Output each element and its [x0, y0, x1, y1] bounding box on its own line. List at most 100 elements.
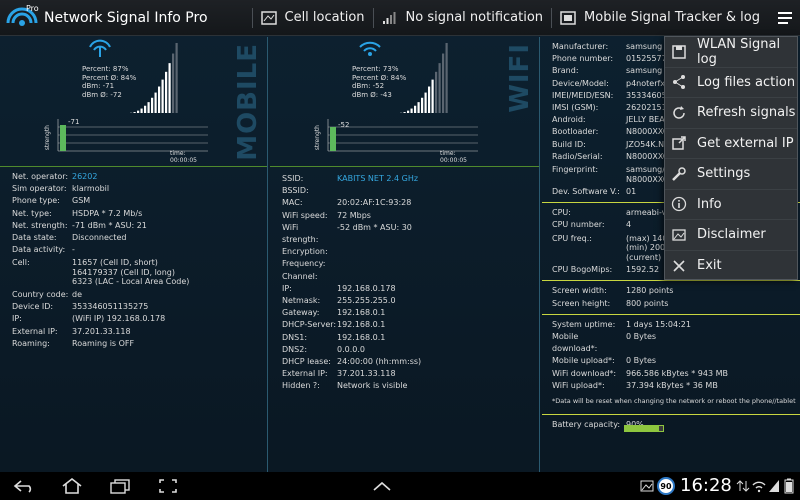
tracker-icon: [560, 10, 576, 25]
signal-bar: [445, 43, 448, 113]
action-bar: Pro Network Signal Info Pro Cell locatio…: [0, 0, 800, 36]
graph-x-label: time: 00:00:05: [440, 150, 467, 164]
no-signal-notification-button[interactable]: No signal notification: [374, 0, 552, 36]
screenshot-button[interactable]: [148, 472, 188, 500]
info-row: Frequency:: [282, 258, 529, 270]
graph-x-label: time: 00:00:05: [170, 150, 197, 164]
info-row: MAC: 20:02:AF:1C:93:28: [282, 197, 529, 209]
notification-badge: 90: [657, 477, 675, 495]
info-row: Encryption:: [282, 246, 529, 258]
info-value: 192.168.0.1: [337, 332, 386, 342]
wifi-signal-box: Percent: 73% Percent Ø: 84% dBm: -52 dBm…: [270, 37, 539, 167]
mobile-watermark: MOBILE: [233, 43, 263, 161]
info-value: [337, 258, 529, 270]
battery-status-icon: [784, 478, 794, 494]
recent-apps-button[interactable]: [100, 472, 140, 500]
info-value: Roaming is OFF: [72, 338, 135, 348]
back-button[interactable]: [4, 472, 44, 500]
info-key: WiFi strength:: [282, 222, 319, 245]
cell-line: 164179337 (Cell ID, long): [72, 267, 175, 277]
info-row: IP: 192.168.0.178: [282, 283, 529, 295]
info-row-cell: Cell: 11657 (Cell ID, short) 164179337 (Ce…: [12, 256, 257, 289]
menu-item-exit[interactable]: Exit: [665, 251, 797, 282]
info-key: Radio/Serial:: [552, 151, 603, 161]
screenshot-icon: [159, 479, 177, 493]
signal-tracker-button[interactable]: Mobile Signal Tracker & log: [552, 0, 768, 36]
info-value: 192.168.0.1: [337, 320, 386, 330]
menu-item-refresh-signals[interactable]: Refresh signals: [665, 98, 797, 129]
info-key: Manufacturer:: [552, 42, 609, 51]
menu-item-settings[interactable]: Settings: [665, 159, 797, 190]
stat-line: dBm Ø: -72: [82, 90, 122, 99]
info-value: 800 points: [626, 298, 669, 308]
menu-item-wlan-signal-log[interactable]: WLAN Signal log: [665, 37, 797, 68]
info-value: -52 dBm * ASU: 30: [337, 222, 412, 232]
info-key: Gateway:: [282, 308, 320, 318]
mini-apps-button[interactable]: [362, 472, 402, 500]
info-icon: [671, 197, 687, 212]
info-value: 37.201.33.118: [72, 326, 131, 336]
info-row: System uptime: 1 days 15:04:21: [552, 319, 800, 331]
external-link-icon: [672, 136, 686, 150]
signal-bar: [428, 86, 431, 113]
svg-text:Pro: Pro: [26, 4, 39, 13]
menu-item-disclaimer[interactable]: Disclaimer: [665, 220, 797, 251]
info-value: 0 Bytes: [626, 356, 657, 366]
menu-item-label: Disclaimer: [697, 227, 766, 243]
menu-item-log-files-action[interactable]: Log files action: [665, 68, 797, 98]
info-row: WiFi download*: 966.586 kBytes * 943 MB: [552, 368, 800, 380]
menu-item-get-external-ip[interactable]: Get external IP: [665, 129, 797, 159]
stat-line: Percent: 87%: [82, 65, 129, 73]
info-value: [337, 271, 529, 283]
battery-section: Battery capacity:90%: [542, 415, 800, 432]
save-icon: [672, 45, 686, 59]
info-key: Fingerprint:: [552, 165, 599, 175]
cell-line: 6323 (LAC - Local Area Code): [72, 277, 190, 287]
info-value: de: [72, 289, 82, 299]
info-value: Disconnected: [72, 233, 127, 243]
info-key: Encryption:: [282, 247, 328, 257]
signal-bar: [140, 108, 143, 113]
no-signal-notification-label: No signal notification: [405, 10, 544, 25]
ssid-value[interactable]: KABITS NET 2.4 GHz: [337, 173, 529, 185]
cell-location-button[interactable]: Cell location: [253, 0, 373, 36]
signal-bar: [431, 79, 434, 113]
reset-note: *Data will be reset when changing the ne…: [552, 396, 796, 405]
info-key: Device ID:: [12, 302, 54, 312]
info-key: Cell:: [12, 258, 30, 268]
info-value[interactable]: 26202: [72, 171, 257, 183]
signal-bar: [435, 71, 438, 113]
menu-item-info[interactable]: Info: [665, 190, 797, 220]
info-row: Data state: Disconnected: [12, 232, 257, 244]
stat-line: dBm: -52: [352, 82, 385, 90]
overflow-menu-button[interactable]: [770, 0, 800, 36]
info-key: Data activity:: [12, 245, 66, 255]
info-key: Netmask:: [282, 296, 321, 306]
info-key: Build ID:: [552, 139, 586, 149]
info-key: Net. operator:: [12, 172, 69, 181]
home-button[interactable]: [52, 472, 92, 500]
map-icon: [260, 10, 277, 25]
info-key: Sim operator:: [12, 184, 67, 194]
info-row: Screen width: 1280 points: [552, 285, 800, 297]
info-value: 0 Bytes: [626, 331, 657, 341]
info-key: CPU BogoMips:: [552, 265, 613, 275]
info-row: WiFi strength: -52 dBm * ASU: 30: [282, 222, 529, 246]
wifi-icon: [359, 41, 381, 56]
close-icon: [673, 260, 685, 272]
cell-line: 11657 (Cell ID, short): [72, 258, 158, 268]
info-key: Data state:: [12, 233, 57, 243]
signal-bar: [414, 105, 417, 113]
info-key: Device/Model:: [552, 78, 609, 88]
info-key: Net. strength:: [12, 220, 68, 230]
info-row: Net. strength: -71 dBm * ASU: 21: [12, 220, 257, 232]
info-value: [337, 246, 529, 258]
info-key: DNS1:: [282, 332, 308, 342]
info-key: Android:: [552, 115, 586, 125]
info-value: Network is visible: [337, 381, 408, 391]
info-key: IMEI/MEID/ESN:: [552, 90, 614, 100]
app-logo-icon[interactable]: Pro: [4, 1, 40, 35]
info-key: Phone type:: [12, 196, 60, 206]
info-key: DNS2:: [282, 344, 308, 354]
info-row: Gateway: 192.168.0.1: [282, 307, 529, 319]
